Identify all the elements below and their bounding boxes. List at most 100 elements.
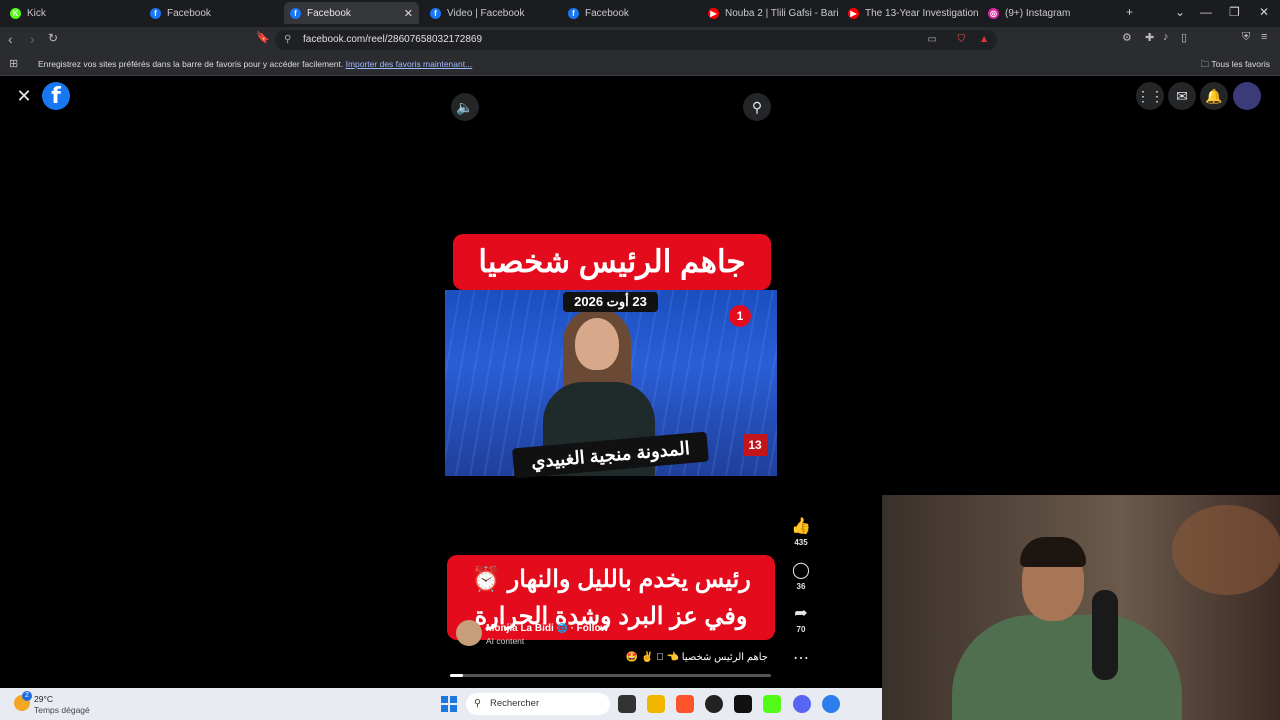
music-icon[interactable]: ♪	[1163, 31, 1169, 43]
close-window-icon[interactable]: ✕	[1259, 5, 1269, 19]
ellipsis-icon: ⋯	[793, 650, 809, 667]
close-tab-icon[interactable]: ✕	[404, 7, 413, 20]
back-icon[interactable]: ‹	[8, 31, 13, 47]
menu-grid-icon[interactable]: ⋮⋮	[1136, 82, 1164, 110]
tab-title: Facebook	[167, 7, 211, 19]
reload-icon[interactable]: ↻	[48, 31, 58, 45]
bookmarks-message-text: Enregistrez vos sites préférés dans la b…	[38, 59, 344, 69]
author-name[interactable]: Monjia La Bidi	[486, 623, 554, 634]
video-progress-fill	[450, 674, 463, 677]
all-favorites-label: Tous les favoris	[1211, 59, 1270, 69]
url-text: facebook.com/reel/28607658032172869	[303, 34, 483, 45]
apps-grid-icon[interactable]: ⊞	[9, 57, 18, 70]
task-view-icon[interactable]	[618, 695, 636, 713]
ai-content-label: AI content	[486, 636, 525, 646]
browser-tab[interactable]: f Facebook ✕	[284, 2, 419, 24]
webcam-overlay	[882, 495, 1280, 720]
video-progress-bar[interactable]	[450, 674, 771, 677]
messenger-icon[interactable]: ✉	[1168, 82, 1196, 110]
profile-avatar[interactable]	[1233, 82, 1261, 110]
windows-taskbar: 2 29°C Temps dégagé ⚲ Rechercher	[0, 688, 882, 720]
author-name-row: Monjia La Bidi 🌐 · Follow	[486, 623, 608, 634]
minimize-icon[interactable]: —	[1200, 5, 1212, 19]
puzzle-icon[interactable]: ✚	[1145, 31, 1154, 44]
search-icon: ⚲	[474, 698, 481, 709]
browser-tab[interactable]: f Facebook	[562, 2, 702, 24]
file-explorer-icon[interactable]	[647, 695, 665, 713]
more-options-icon[interactable]: ⋯	[788, 648, 814, 668]
date-chip: 23 أوت 2026	[563, 292, 658, 312]
browser-tab[interactable]: K Kick	[4, 2, 144, 24]
bookmarks-bar: ⊞ Enregistrez vos sites préférés dans la…	[0, 53, 1280, 76]
channel-logo-13: 13	[743, 434, 767, 456]
author-avatar[interactable]	[456, 620, 482, 646]
capcut-icon[interactable]	[734, 695, 752, 713]
share-icon: ➦	[794, 605, 808, 622]
comment-count: 36	[796, 582, 806, 591]
sidebar-icon[interactable]: ▯	[1181, 31, 1187, 44]
tab-favicon-icon: f	[568, 7, 579, 19]
globe-icon: 🌐	[556, 623, 568, 633]
tab-favicon-icon: f	[290, 7, 301, 19]
cast-icon[interactable]: ▭	[928, 30, 937, 50]
taskbar-search[interactable]: ⚲ Rechercher	[466, 693, 610, 715]
tab-title: Kick	[27, 7, 46, 19]
reel-video[interactable]: جاهم الرئيس شخصيا 23 أوت 2026 1 13 المدو…	[445, 230, 777, 642]
tab-favicon-icon: ▶	[848, 7, 859, 19]
search-icon[interactable]: ⚲	[743, 93, 771, 121]
restore-icon[interactable]: ❐	[1229, 5, 1240, 19]
new-tab-button[interactable]: +	[1126, 5, 1133, 19]
folder-icon: 🗀	[1200, 59, 1210, 69]
share-button[interactable]: ➦ 70	[788, 603, 814, 634]
brave-shield-icon[interactable]: ⛉	[958, 30, 966, 50]
extension-icon[interactable]: ⚙	[1122, 31, 1132, 44]
bookmarks-message: Enregistrez vos sites préférés dans la b…	[38, 59, 472, 69]
like-icon: 👍	[791, 518, 811, 535]
facebook-logo[interactable]: f	[42, 82, 70, 110]
address-bar[interactable]: ⚲ facebook.com/reel/28607658032172869 ▭ …	[275, 30, 997, 50]
all-favorites[interactable]: 🗀 Tous les favoris	[1201, 59, 1270, 73]
obs-icon[interactable]	[705, 695, 723, 713]
brave-browser-icon[interactable]	[676, 695, 694, 713]
browser-tab[interactable]: ▶ The 13-Year Investigation Into	[842, 2, 982, 24]
browser-tab[interactable]: f Facebook	[144, 2, 284, 24]
weather-badge: 2	[22, 691, 32, 701]
tab-title: Video | Facebook	[447, 7, 525, 19]
weather-temperature: 29°C	[34, 694, 53, 704]
discord-icon[interactable]	[793, 695, 811, 713]
windows-start-icon[interactable]	[441, 696, 457, 712]
tab-title: Nouba 2 | Tlili Gafsi - Bari Fou	[725, 7, 842, 19]
tab-favicon-icon: ◎	[988, 7, 999, 19]
like-count: 435	[794, 538, 808, 547]
app-icon[interactable]	[822, 695, 840, 713]
streamer-hair	[1020, 537, 1086, 567]
kick-app-icon[interactable]	[763, 695, 781, 713]
close-reel-icon[interactable]: ✕	[10, 82, 38, 110]
tab-title: The 13-Year Investigation Into	[865, 7, 982, 19]
tab-favicon-icon: f	[430, 7, 441, 19]
rewards-icon[interactable]: ▲	[979, 30, 989, 50]
site-info-icon[interactable]: ⚲	[284, 30, 291, 50]
menu-icon[interactable]: ≡	[1261, 31, 1267, 43]
tab-title: Facebook	[585, 7, 629, 19]
tab-favicon-icon: K	[10, 7, 21, 19]
notifications-icon[interactable]: 🔔	[1200, 82, 1228, 110]
import-bookmarks-link[interactable]: Importer des favoris maintenant...	[346, 59, 473, 69]
share-count: 70	[796, 625, 806, 634]
channel-logo-1: 1	[729, 305, 751, 327]
follow-button[interactable]: · Follow	[571, 623, 609, 634]
shield-icon[interactable]: ⛨	[1242, 31, 1250, 44]
reel-headline: جاهم الرئيس شخصيا	[453, 234, 771, 290]
weather-condition: Temps dégagé	[34, 705, 90, 715]
like-button[interactable]: 👍 435	[788, 516, 814, 547]
volume-icon[interactable]: 🔈	[451, 93, 479, 121]
browser-tab[interactable]: ▶ Nouba 2 | Tlili Gafsi - Bari Fou	[702, 2, 842, 24]
bookmark-icon[interactable]: 🔖	[256, 31, 270, 44]
tab-favicon-icon: ▶	[708, 7, 719, 19]
tab-list-chevron-icon[interactable]: ⌄	[1175, 5, 1185, 19]
comment-button[interactable]: ◯ 36	[788, 560, 814, 591]
browser-tab[interactable]: f Video | Facebook	[424, 2, 564, 24]
browser-tab[interactable]: ◎ (9+) Instagram	[982, 2, 1122, 24]
forward-icon[interactable]: ›	[30, 31, 35, 47]
tab-favicon-icon: f	[150, 7, 161, 19]
